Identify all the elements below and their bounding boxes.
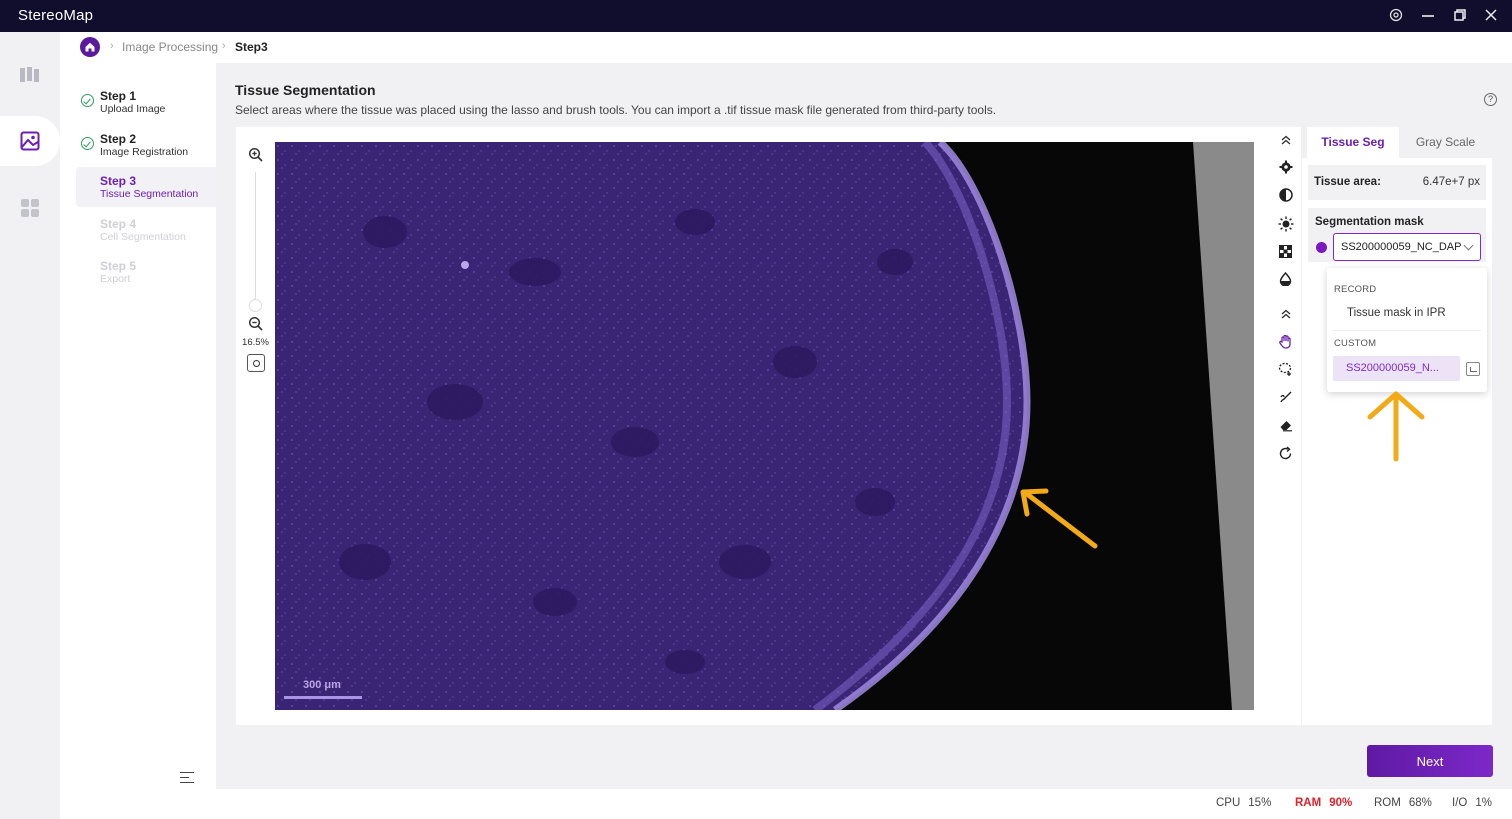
restore-icon[interactable] xyxy=(1451,7,1469,25)
breadcrumb-separator-icon: › xyxy=(222,40,226,52)
status-bar: CPU 15% RAM 90% ROM 68% I/O 1% xyxy=(216,789,1512,819)
mask-select-value: SS200000059_NC_DAPI xyxy=(1341,241,1461,253)
breadcrumb: › Image Processing › Step3 xyxy=(60,32,1512,63)
step-subtitle: Export xyxy=(100,273,131,285)
rom-usage: ROM 68% xyxy=(1374,797,1432,809)
step-subtitle: Image Registration xyxy=(100,146,189,158)
zoom-level: 16.5% xyxy=(242,337,269,348)
scale-bar xyxy=(284,696,362,699)
breadcrumb-section[interactable]: Image Processing xyxy=(122,40,218,54)
settings-icon[interactable] xyxy=(1387,7,1405,25)
image-processing-icon[interactable] xyxy=(0,116,60,166)
chevron-down-icon xyxy=(1463,240,1474,251)
fit-to-screen-icon[interactable] xyxy=(247,354,265,372)
dropdown-item-custom-mask[interactable]: SS200000059_N... xyxy=(1333,356,1460,381)
brush-icon[interactable] xyxy=(1276,390,1295,409)
io-usage: I/O 1% xyxy=(1452,797,1492,809)
main-content: Tissue Segmentation Select areas where t… xyxy=(216,63,1512,789)
step-title: Step 1 xyxy=(100,89,137,103)
eraser-icon[interactable] xyxy=(1276,418,1295,437)
home-icon[interactable] xyxy=(80,37,100,57)
hand-icon[interactable] xyxy=(1276,334,1295,353)
tissue-area-value: 6.47e+7 px xyxy=(1422,176,1480,188)
ram-usage: RAM 90% xyxy=(1295,797,1353,809)
dropdown-group-custom: CUSTOM xyxy=(1334,338,1377,349)
page-description: Select areas where the tissue was placed… xyxy=(235,103,997,117)
collapse-up-icon[interactable] xyxy=(1276,306,1295,325)
help-icon[interactable]: ? xyxy=(1484,93,1497,106)
dropdown-item-custom-mask-label: SS200000059_N... xyxy=(1346,362,1439,374)
annotation-arrow-up-icon xyxy=(1367,391,1425,462)
dropdown-item-tissue-mask-ipr[interactable]: Tissue mask in IPR xyxy=(1347,307,1446,319)
check-circle-icon xyxy=(81,94,94,107)
page-title: Tissue Segmentation xyxy=(235,82,376,98)
zoom-slider-track[interactable] xyxy=(255,172,256,302)
edit-mask-icon[interactable] xyxy=(1466,362,1480,376)
segmentation-mask-dropdown: RECORD Tissue mask in IPR CUSTOM SS20000… xyxy=(1327,268,1487,392)
contrast-icon[interactable] xyxy=(1276,188,1295,207)
checker-icon[interactable] xyxy=(1276,244,1295,263)
step-4: Step 4 Cell Segmentation xyxy=(76,216,216,254)
apps-icon[interactable] xyxy=(8,186,52,230)
step-subtitle: Cell Segmentation xyxy=(100,231,186,243)
step-1[interactable]: Step 1 Upload Image xyxy=(76,88,216,126)
tissue-area-label: Tissue area: xyxy=(1314,176,1381,188)
tab-tissue-seg[interactable]: Tissue Seg xyxy=(1307,127,1399,158)
collapse-up-icon[interactable] xyxy=(1276,132,1295,151)
check-circle-icon xyxy=(81,137,94,150)
segmentation-mask-label: Segmentation mask xyxy=(1315,216,1424,228)
zoom-controls: 16.5% xyxy=(236,127,275,725)
step-5: Step 5 Export xyxy=(76,258,216,296)
close-icon[interactable] xyxy=(1482,7,1500,25)
lasso-icon[interactable] xyxy=(1276,362,1295,381)
tissue-image[interactable]: 300 μm xyxy=(275,142,1254,710)
breadcrumb-separator-icon: › xyxy=(110,40,114,52)
step-subtitle: Upload Image xyxy=(100,103,166,115)
tool-strip xyxy=(1270,127,1301,725)
drop-icon[interactable] xyxy=(1276,271,1295,291)
step-title: Step 4 xyxy=(100,217,137,231)
segmentation-mask: Segmentation mask SS200000059_NC_DAPI xyxy=(1308,208,1486,262)
map-icon[interactable] xyxy=(8,53,52,97)
scale-bar-label: 300 μm xyxy=(303,679,341,691)
segmentation-mask-select[interactable]: SS200000059_NC_DAPI xyxy=(1333,233,1481,261)
steps-sidebar: Step 1 Upload Image Step 2 Image Registr… xyxy=(60,63,216,819)
app-title: StereoMap xyxy=(18,7,94,24)
dropdown-divider xyxy=(1333,330,1481,331)
tissue-area: Tissue area: 6.47e+7 px xyxy=(1308,165,1486,200)
redo-icon[interactable] xyxy=(1276,446,1295,465)
step-title: Step 3 xyxy=(100,174,137,188)
step-2[interactable]: Step 2 Image Registration xyxy=(76,131,216,169)
cpu-usage: CPU 15% xyxy=(1216,797,1272,809)
title-bar: StereoMap xyxy=(0,0,1512,32)
step-title: Step 2 xyxy=(100,132,137,146)
nav-rail xyxy=(0,32,60,819)
minimize-icon[interactable] xyxy=(1419,7,1437,25)
zoom-out-icon[interactable] xyxy=(248,316,264,337)
collapse-sidebar-icon[interactable] xyxy=(180,771,196,785)
next-button[interactable]: Next xyxy=(1367,745,1493,777)
settings-cog-icon[interactable] xyxy=(1276,160,1295,179)
tab-gray-scale[interactable]: Gray Scale xyxy=(1399,127,1492,158)
breadcrumb-current: Step3 xyxy=(235,40,268,54)
dropdown-group-record: RECORD xyxy=(1334,284,1377,295)
step-title: Step 5 xyxy=(100,259,137,273)
panel-tabs: Tissue Seg Gray Scale xyxy=(1302,127,1492,158)
step-3[interactable]: Step 3 Tissue Segmentation xyxy=(76,167,216,207)
step-subtitle: Tissue Segmentation xyxy=(100,188,199,200)
zoom-slider-handle[interactable] xyxy=(249,299,262,312)
zoom-in-icon[interactable] xyxy=(248,147,264,168)
mask-color-swatch[interactable] xyxy=(1316,242,1327,253)
brightness-icon[interactable] xyxy=(1276,216,1295,235)
image-viewer: 16.5% 300 μm xyxy=(236,127,1270,725)
